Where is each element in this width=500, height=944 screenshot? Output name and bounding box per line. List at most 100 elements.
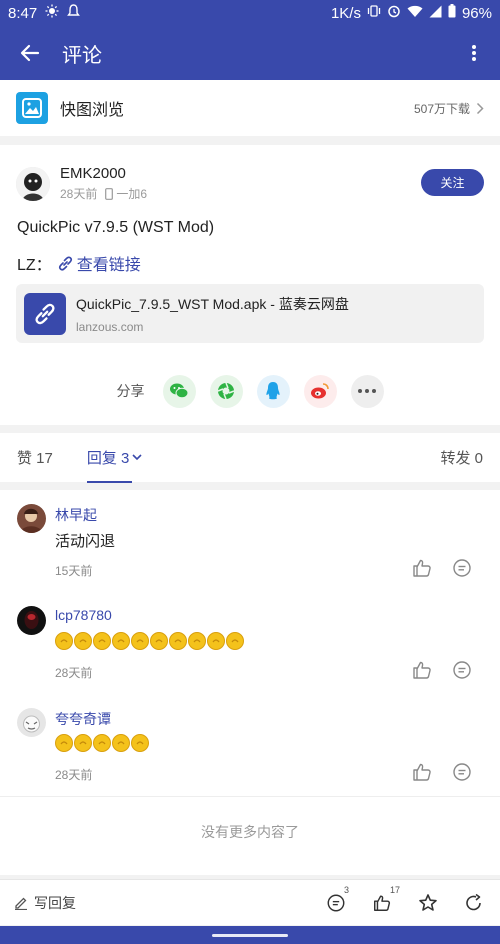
comment-count: 3 bbox=[344, 884, 350, 895]
device-name: 一加6 bbox=[116, 187, 148, 201]
system-nav-bar bbox=[0, 926, 500, 944]
share-moments-button[interactable] bbox=[209, 374, 243, 408]
app-name: 快图浏览 bbox=[60, 102, 125, 119]
write-reply-button[interactable]: 写回复 bbox=[14, 893, 76, 913]
home-gesture-pill[interactable] bbox=[212, 934, 288, 937]
like-count: 17 bbox=[390, 884, 401, 895]
alarm-icon bbox=[387, 4, 401, 22]
comment-icon bbox=[327, 894, 345, 911]
qq-penguin-icon bbox=[266, 382, 280, 400]
like-post-button[interactable]: 17 bbox=[370, 885, 400, 915]
coin-emoji-row bbox=[55, 632, 244, 650]
star-icon bbox=[419, 893, 437, 911]
post-time: 28天前 bbox=[60, 187, 98, 201]
app-bar: 评论 bbox=[0, 26, 500, 80]
pencil-icon bbox=[15, 897, 27, 910]
thumb-up-icon bbox=[413, 763, 431, 781]
bottom-action-bar: 写回复 3 17 bbox=[0, 879, 500, 925]
battery-level: 96% bbox=[461, 4, 492, 22]
status-time: 8:47 bbox=[8, 4, 38, 22]
comment-author[interactable]: 夸夸奇谭 bbox=[55, 709, 111, 729]
avatar[interactable] bbox=[17, 708, 46, 737]
coin-emoji-icon bbox=[207, 632, 225, 650]
comment-time: 15天前 bbox=[55, 564, 93, 578]
comment-author[interactable]: lcp78780 bbox=[55, 607, 112, 623]
weibo-icon bbox=[311, 383, 329, 399]
like-button[interactable] bbox=[411, 557, 433, 579]
more-options-button[interactable] bbox=[448, 26, 500, 80]
author-name[interactable]: EMK2000 bbox=[60, 165, 147, 182]
coin-emoji-icon bbox=[55, 632, 73, 650]
view-link[interactable]: 查看链接 bbox=[58, 251, 141, 275]
chevron-down-icon bbox=[132, 454, 142, 461]
share-qq-button[interactable] bbox=[256, 374, 290, 408]
list-item: 林早起 活动闪退 15天前 bbox=[0, 490, 500, 592]
app-card[interactable]: 快图浏览 507万下载 bbox=[0, 80, 500, 136]
share-weibo-button[interactable] bbox=[303, 374, 337, 408]
reply-button[interactable] bbox=[451, 659, 473, 681]
reply-button[interactable] bbox=[451, 761, 473, 783]
coin-emoji-icon bbox=[74, 632, 92, 650]
avatar[interactable] bbox=[16, 166, 50, 201]
reply-button[interactable] bbox=[451, 557, 473, 579]
camera-shutter-icon bbox=[217, 382, 235, 400]
post-author[interactable]: EMK2000 28天前 一加6 bbox=[16, 165, 147, 202]
like-button[interactable] bbox=[411, 659, 433, 681]
share-wechat-button[interactable] bbox=[162, 374, 196, 408]
follow-button[interactable]: 关注 bbox=[421, 169, 484, 196]
write-reply-label: 写回复 bbox=[34, 894, 76, 911]
vibrate-icon bbox=[367, 4, 381, 22]
reaction-tabs: 赞 17 回复 3 转发 0 bbox=[0, 433, 500, 483]
link-card-domain: lanzous.com bbox=[76, 319, 144, 334]
no-more-content: 没有更多内容了 bbox=[0, 796, 500, 866]
more-vert-icon bbox=[472, 45, 476, 61]
list-item: 夸夸奇谭 28天前 bbox=[0, 694, 500, 796]
comment-icon bbox=[453, 661, 471, 679]
tab-likes[interactable]: 赞 17 bbox=[17, 447, 53, 468]
like-button[interactable] bbox=[411, 761, 433, 783]
link-card[interactable]: QuickPic_7.9.5_WST Mod.apk - 蓝奏云网盘 lanzo… bbox=[16, 284, 484, 343]
coin-emoji-icon bbox=[188, 632, 206, 650]
comment-icon bbox=[453, 559, 471, 577]
list-item: lcp78780 28天前 bbox=[0, 592, 500, 694]
wechat-icon bbox=[170, 383, 189, 399]
comment-author[interactable]: 林早起 bbox=[55, 505, 97, 525]
comments-button[interactable]: 3 bbox=[324, 885, 349, 915]
app-icon bbox=[16, 92, 48, 124]
notification-icon bbox=[67, 4, 81, 22]
comment-icon bbox=[453, 763, 471, 781]
chevron-right-icon bbox=[476, 102, 484, 114]
tab-replies[interactable]: 回复 3 bbox=[86, 447, 143, 483]
forward-button[interactable] bbox=[462, 891, 486, 915]
battery-icon bbox=[448, 4, 456, 22]
coin-emoji-icon bbox=[112, 632, 130, 650]
share-arrow-icon bbox=[466, 893, 481, 910]
tab-replies-label: 回复 3 bbox=[86, 450, 130, 467]
phone-icon bbox=[105, 187, 114, 200]
coin-emoji-icon bbox=[150, 632, 168, 650]
thumb-up-icon bbox=[413, 661, 431, 679]
back-button[interactable] bbox=[0, 26, 60, 80]
coin-emoji-icon bbox=[112, 734, 130, 752]
comment-time: 28天前 bbox=[55, 666, 93, 680]
comment-text: 活动闪退 bbox=[55, 533, 116, 550]
favorite-button[interactable] bbox=[416, 891, 440, 915]
avatar[interactable] bbox=[17, 606, 46, 635]
coin-emoji-icon bbox=[169, 632, 187, 650]
signal-icon bbox=[429, 5, 442, 22]
coin-emoji-icon bbox=[55, 734, 73, 752]
coin-emoji-row bbox=[55, 734, 149, 752]
back-arrow-icon bbox=[20, 44, 40, 62]
page-title: 评论 bbox=[62, 44, 102, 67]
status-bar: 8:47 1K/s 96% bbox=[0, 0, 500, 26]
tab-forwards[interactable]: 转发 0 bbox=[440, 447, 483, 468]
share-more-button[interactable] bbox=[350, 374, 384, 408]
comment-time: 28天前 bbox=[55, 768, 93, 782]
link-card-title: QuickPic_7.9.5_WST Mod.apk - 蓝奏云网盘 bbox=[76, 295, 349, 312]
lz-label: LZ： bbox=[17, 257, 52, 274]
coin-emoji-icon bbox=[93, 734, 111, 752]
post-title: QuickPic v7.9.5 (WST Mod) bbox=[17, 219, 215, 236]
sun-icon bbox=[45, 4, 59, 22]
avatar[interactable] bbox=[17, 504, 46, 533]
thumb-up-icon bbox=[374, 894, 391, 911]
